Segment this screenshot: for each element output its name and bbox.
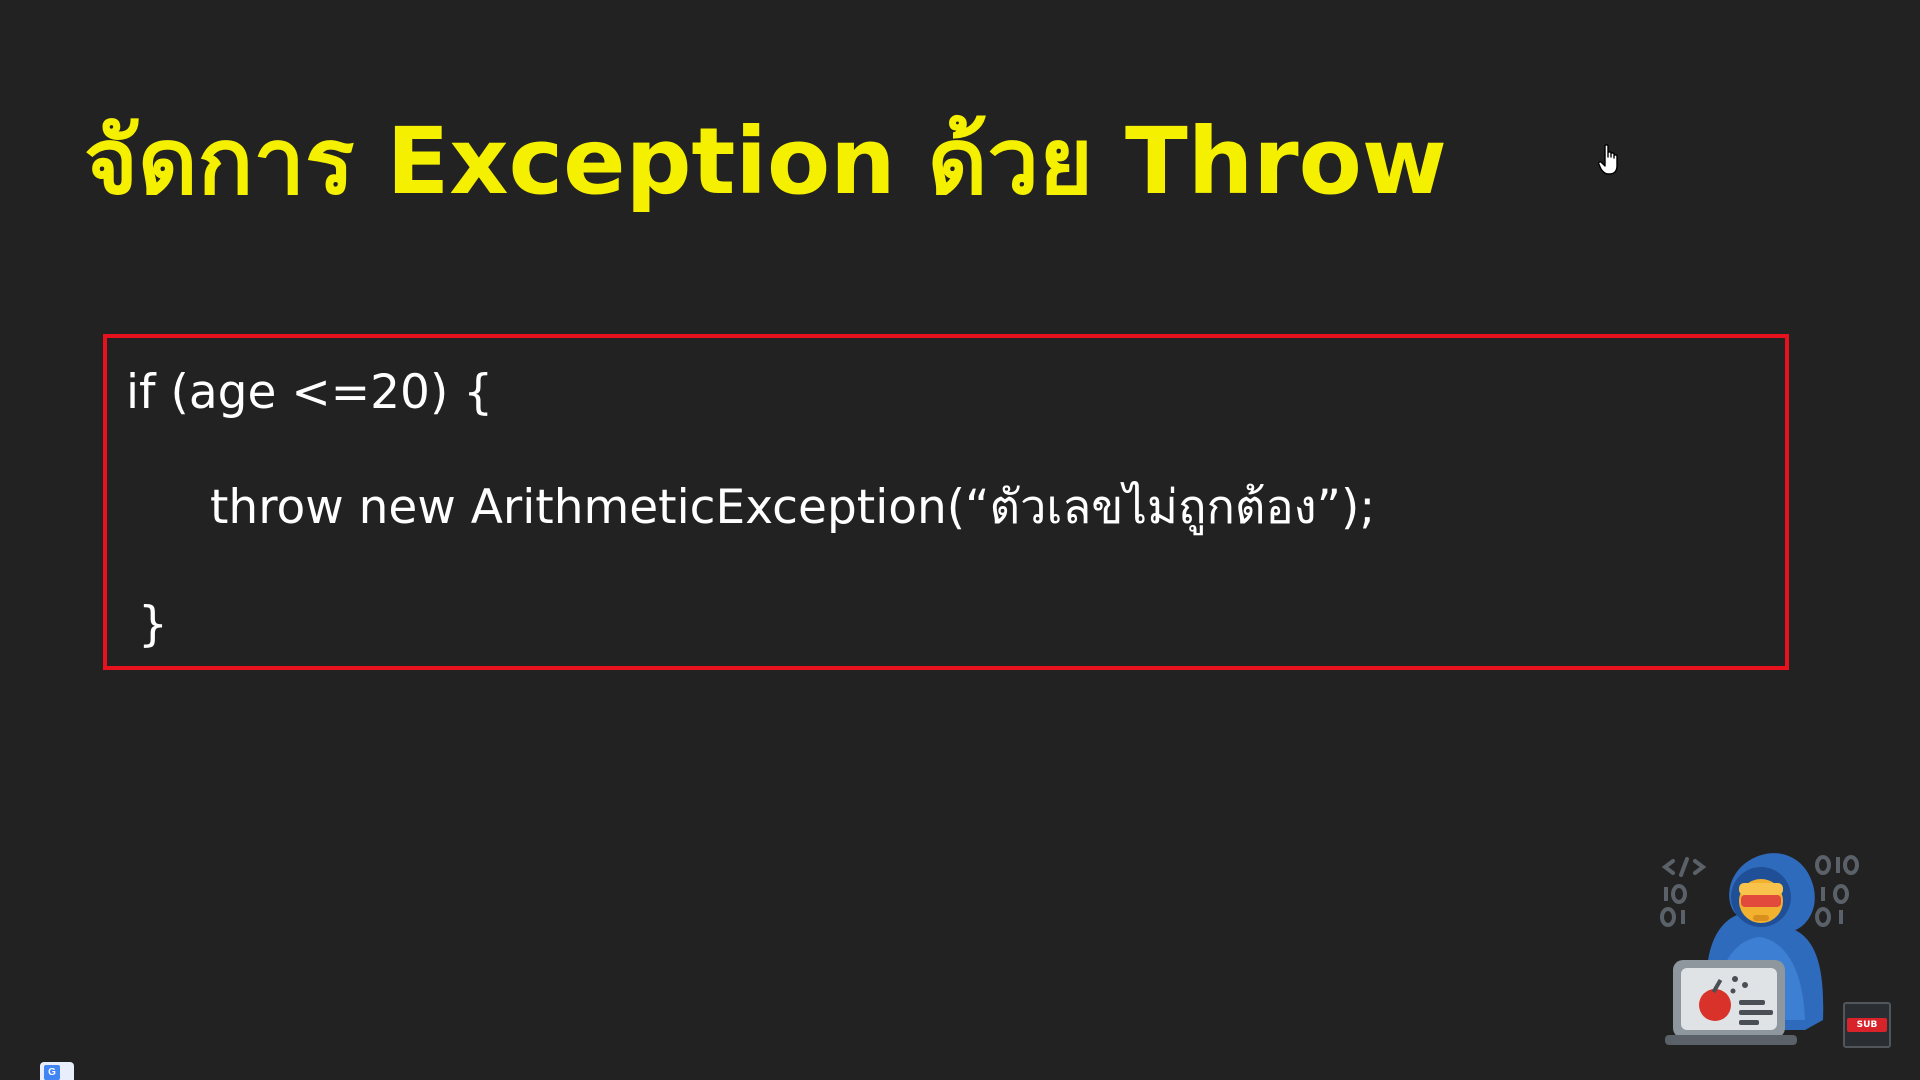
slide-title: จัดการ Exception ด้วย Throw	[84, 108, 1447, 215]
hand-pointer-icon	[1598, 144, 1618, 175]
code-line-throw: throw new ArithmeticException(“ตัวเลขไม่…	[210, 480, 1376, 535]
code-block: if (age <=20) { throw new ArithmeticExce…	[103, 334, 1789, 670]
translate-glyph: G	[44, 1065, 60, 1080]
subscribe-icon[interactable]: SUB	[1843, 1002, 1891, 1048]
google-translate-icon[interactable]: G	[40, 1062, 74, 1080]
code-line-if: if (age <=20) {	[126, 365, 494, 420]
code-line-close-brace: }	[138, 597, 168, 652]
subscribe-badge-text: SUB	[1847, 1018, 1887, 1032]
coder-mascot-icon	[1660, 853, 1859, 1045]
